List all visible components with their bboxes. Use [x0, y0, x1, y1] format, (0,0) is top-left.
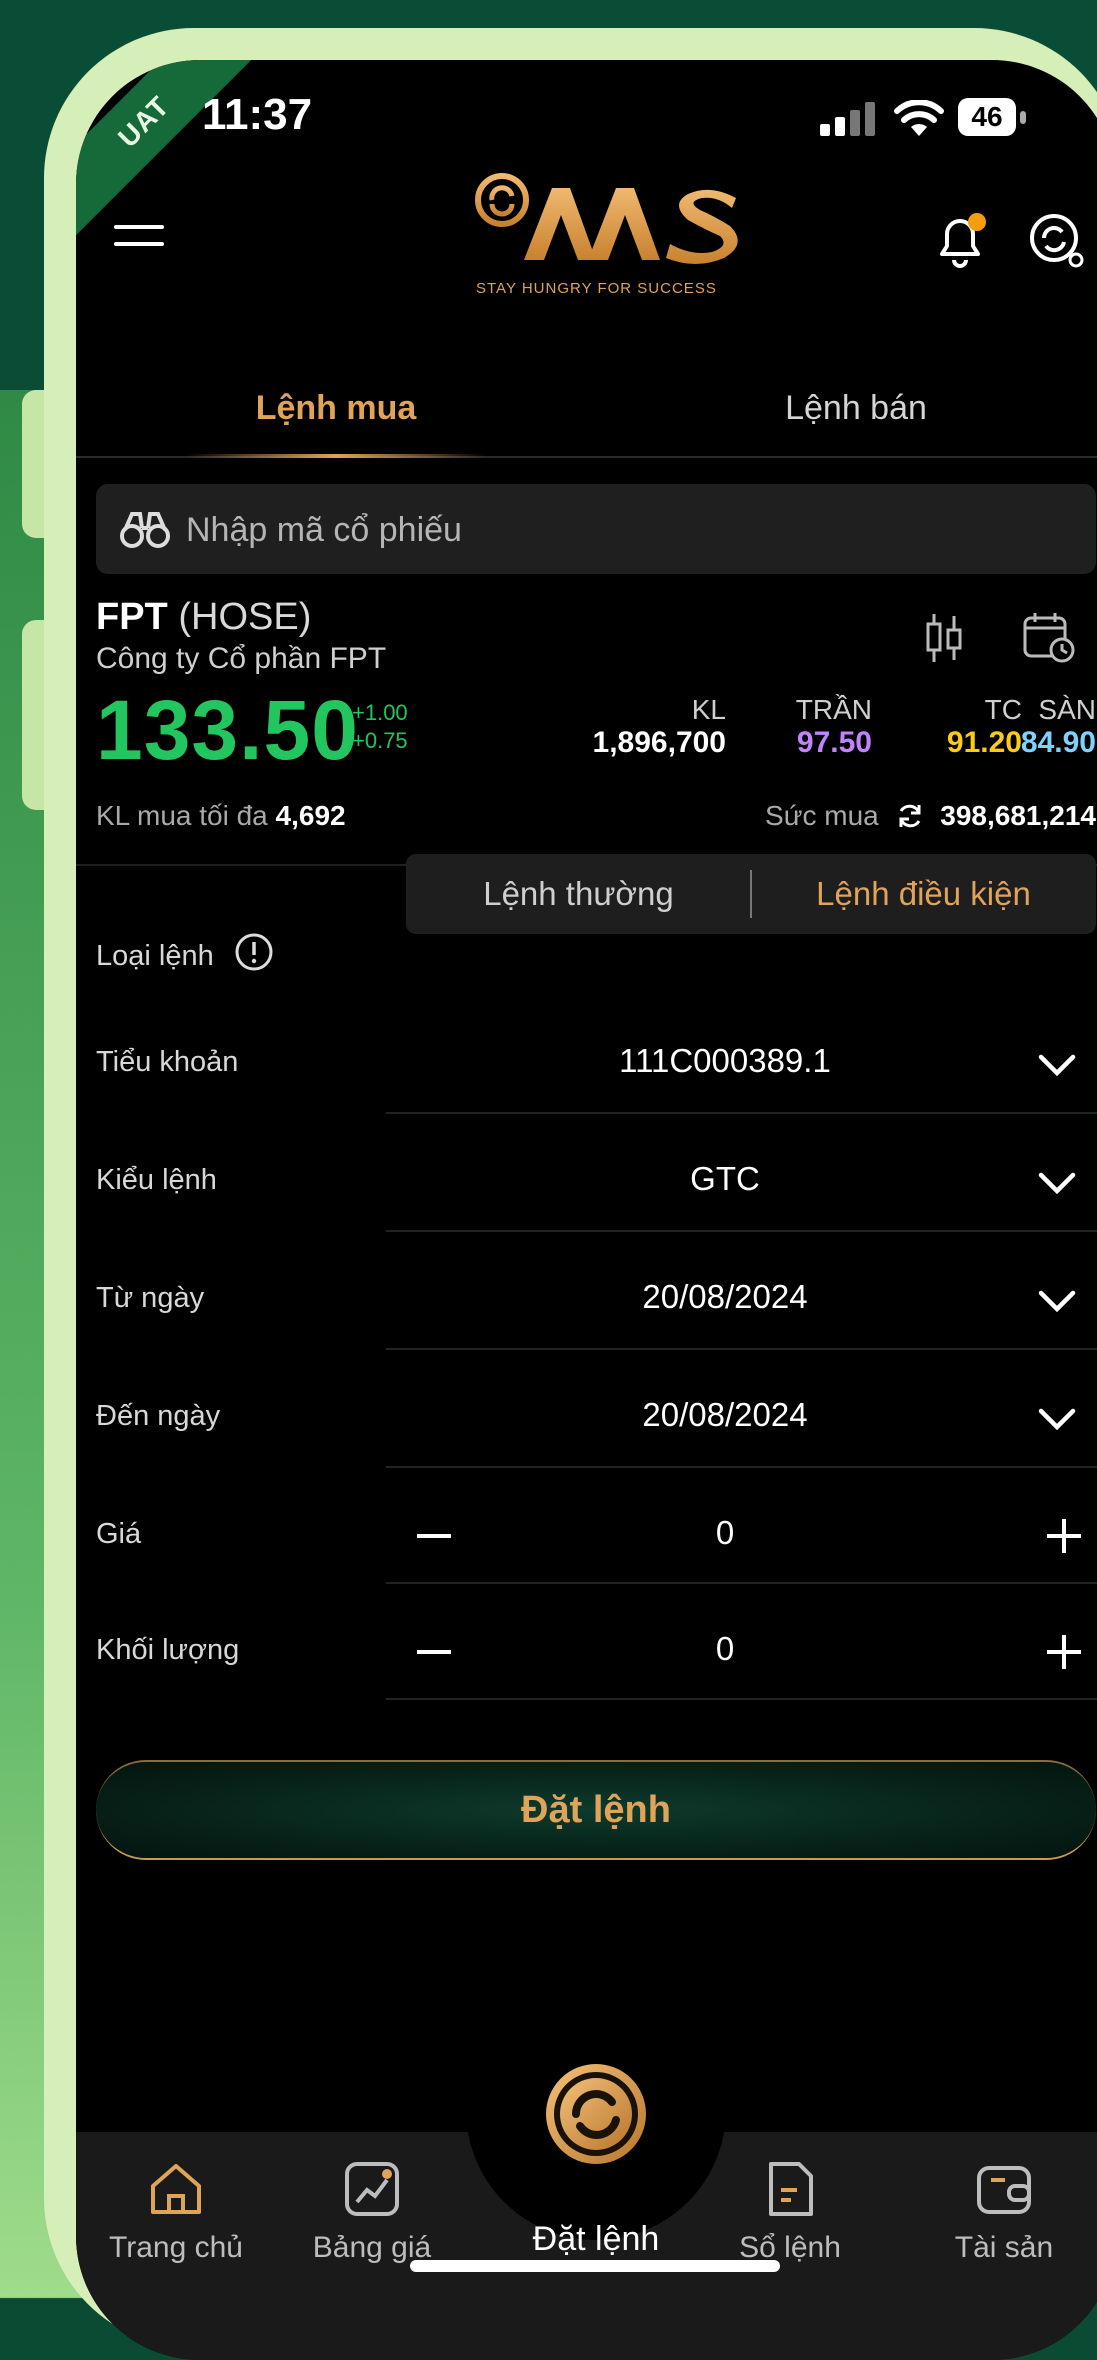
quantity-increase-icon[interactable] — [1044, 1632, 1084, 1672]
ceiling-value: 97.50 — [796, 726, 872, 759]
tab-buy[interactable]: Lệnh mua — [76, 360, 596, 456]
aas-logo: STAY HUNGRY FOR SUCCESS — [474, 170, 764, 310]
tab-sell[interactable]: Lệnh bán — [596, 360, 1097, 456]
order-kind-label: Kiểu lệnh — [96, 1164, 217, 1196]
order-kind-select[interactable]: GTC — [406, 1160, 1044, 1198]
chart-board-icon — [345, 2162, 399, 2216]
to-date-select[interactable]: 20/08/2024 — [406, 1396, 1044, 1434]
floor-label: SÀN — [1038, 694, 1096, 725]
candlestick-chart-icon[interactable] — [924, 612, 964, 664]
ceiling-label: TRẦN — [795, 694, 872, 725]
order-type-conditional[interactable]: Lệnh điều kiện — [751, 854, 1096, 934]
sub-account-select[interactable]: 111C000389.1 — [406, 1042, 1044, 1080]
to-date-label: Đến ngày — [96, 1400, 221, 1432]
order-side-tabs: Lệnh mua Lệnh bán — [76, 360, 1097, 458]
price-input[interactable]: 0 — [406, 1514, 1044, 1552]
stock-search-box[interactable] — [96, 484, 1096, 576]
price-change-percent: +0.75 — [352, 728, 408, 753]
order-type-label: Loại lệnh — [96, 940, 214, 972]
menu-icon[interactable] — [114, 225, 164, 261]
order-type-normal[interactable]: Lệnh thường — [406, 854, 751, 934]
notification-bell-icon[interactable] — [932, 210, 988, 270]
from-date-label: Từ ngày — [96, 1282, 205, 1314]
order-book-icon — [769, 2162, 813, 2216]
current-price: 133.50 — [96, 683, 359, 777]
company-name: Công ty Cổ phần FPT — [96, 642, 387, 675]
stock-symbol: FPT (HOSE) — [96, 596, 311, 639]
max-buy-qty-label: KL mua tối đa — [96, 800, 268, 831]
phone-screen: UAT 11:37 46 STAY HUNGRY FOR SUCCESS Lện… — [76, 60, 1097, 2360]
max-buy-qty-value: 4,692 — [275, 800, 346, 831]
quantity-label: Khối lượng — [96, 1634, 240, 1666]
chevron-down-icon[interactable] — [1038, 1172, 1076, 1194]
price-label: Giá — [96, 1518, 142, 1550]
buying-power-label: Sức mua — [765, 800, 879, 831]
status-time: 11:37 — [202, 90, 313, 139]
brand-slogan: STAY HUNGRY FOR SUCCESS — [476, 280, 717, 297]
active-tab-indicator — [186, 454, 486, 458]
chevron-down-icon[interactable] — [1038, 1408, 1076, 1430]
tab-home[interactable]: Trang chủ — [76, 2160, 276, 2265]
calendar-clock-icon[interactable] — [1022, 610, 1076, 664]
order-type-segmented: Lệnh thường Lệnh điều kiện — [406, 854, 1096, 934]
buying-power: Sức mua 398,681,214 — [716, 800, 1096, 832]
buying-power-value: 398,681,214 — [940, 800, 1096, 831]
tab-place-order[interactable]: Đặt lệnh — [496, 2212, 696, 2259]
logo-mark-icon — [475, 173, 738, 264]
volume-value: 1,896,700 — [592, 726, 726, 759]
support-chat-icon[interactable] — [1026, 210, 1086, 270]
tab-assets-label: Tài sản — [954, 2231, 1054, 2264]
home-indicator[interactable] — [410, 2260, 780, 2272]
battery-icon: 46 — [958, 98, 1028, 138]
volume-label: KL — [691, 694, 726, 725]
chevron-down-icon[interactable] — [1038, 1290, 1076, 1312]
home-icon — [151, 2164, 201, 2214]
wallet-icon — [977, 2166, 1031, 2214]
tab-place-order-label: Đặt lệnh — [532, 2220, 660, 2258]
quantity-input[interactable]: 0 — [406, 1630, 1044, 1668]
from-date-select[interactable]: 20/08/2024 — [406, 1278, 1044, 1316]
price-change: +1.00 — [352, 700, 408, 725]
sub-account-label: Tiểu khoản — [96, 1046, 239, 1078]
chevron-down-icon[interactable] — [1038, 1054, 1076, 1076]
order-logo-icon — [546, 2064, 646, 2164]
stock-exchange: (HOSE) — [178, 596, 312, 638]
info-icon[interactable] — [234, 932, 274, 972]
symbol-code: FPT — [96, 596, 168, 638]
stock-search-input[interactable] — [184, 484, 1068, 576]
wifi-icon — [894, 100, 944, 136]
binoculars-icon — [120, 512, 170, 548]
floor-value: 84.90 — [1020, 726, 1096, 759]
tab-assets[interactable]: Tài sản — [904, 2160, 1097, 2265]
price-increase-icon[interactable] — [1044, 1516, 1084, 1556]
tab-order-book[interactable]: Sổ lệnh — [690, 2160, 890, 2265]
max-buy-qty: KL mua tối đa 4,692 — [96, 800, 346, 832]
tab-home-label: Trang chủ — [109, 2231, 243, 2264]
battery-level: 46 — [958, 98, 1016, 136]
place-order-button[interactable]: Đặt lệnh — [96, 1760, 1096, 1860]
center-order-button[interactable] — [540, 2058, 652, 2170]
refresh-icon[interactable] — [895, 801, 925, 831]
tab-price-board[interactable]: Bảng giá — [272, 2160, 472, 2265]
cellular-signal-icon — [820, 102, 875, 136]
